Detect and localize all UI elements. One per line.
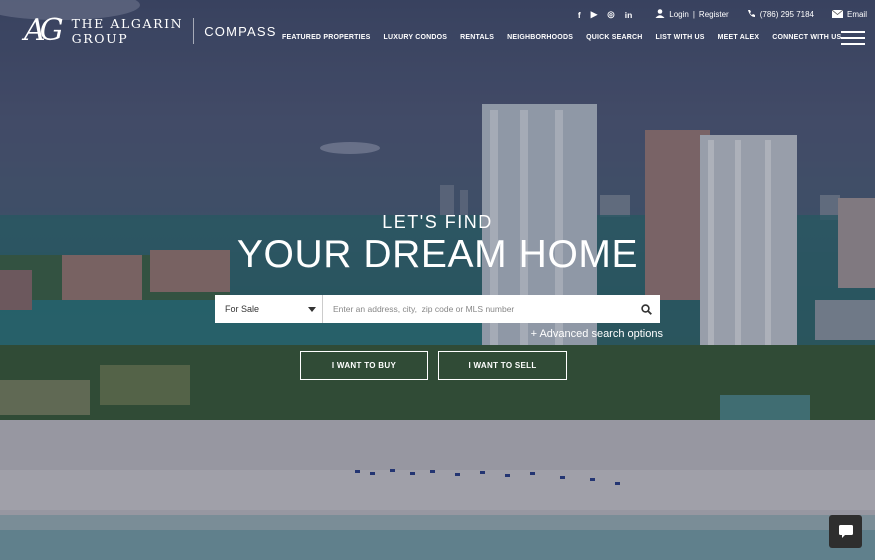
brand-logo[interactable]: AG THE ALGARIN GROUP COMPASS: [24, 13, 277, 48]
search-input[interactable]: [323, 295, 632, 323]
hero-background: [0, 0, 875, 560]
nav-quick-search[interactable]: QUICK SEARCH: [586, 34, 642, 41]
buy-button[interactable]: I WANT TO BUY: [300, 351, 428, 380]
logo-divider: [193, 18, 195, 44]
search-button[interactable]: [632, 295, 660, 323]
main-nav: FEATURED PROPERTIES LUXURY CONDOS RENTAL…: [282, 34, 854, 41]
brand-name-line2: GROUP: [71, 31, 129, 46]
advanced-search-link[interactable]: + Advanced search options: [531, 328, 663, 340]
nav-rentals[interactable]: RENTALS: [460, 34, 494, 41]
phone-link[interactable]: (786) 295 7184: [760, 10, 814, 19]
nav-connect-with-us[interactable]: CONNECT WITH US: [772, 34, 841, 41]
instagram-icon[interactable]: ◎: [607, 9, 614, 20]
chevron-down-icon: [308, 307, 316, 312]
mail-icon: [831, 9, 844, 20]
login-separator: |: [692, 10, 695, 19]
dark-overlay: [0, 0, 875, 560]
nav-featured-properties[interactable]: FEATURED PROPERTIES: [282, 34, 370, 41]
facebook-icon[interactable]: f: [578, 10, 581, 20]
chat-bubble-icon: [838, 525, 853, 538]
chat-button[interactable]: [829, 515, 862, 548]
youtube-icon[interactable]: ▶: [591, 9, 598, 20]
partner-logo: COMPASS: [204, 23, 277, 39]
hero-kicker: LET'S FIND: [382, 212, 493, 232]
nav-luxury-condos[interactable]: LUXURY CONDOS: [383, 34, 447, 41]
property-search-bar: For Sale: [215, 295, 660, 323]
nav-meet-alex[interactable]: MEET ALEX: [718, 34, 760, 41]
search-icon: [640, 303, 652, 315]
listing-type-value: For Sale: [225, 304, 260, 314]
utility-bar: f ▶ ◎ in Login | Register (786) 295 7184…: [573, 9, 867, 20]
linkedin-icon[interactable]: in: [625, 10, 633, 20]
phone-icon: [747, 9, 756, 20]
hero-headline: YOUR DREAM HOME: [236, 233, 639, 276]
nav-neighborhoods[interactable]: NEIGHBORHOODS: [507, 34, 573, 41]
sell-button[interactable]: I WANT TO SELL: [438, 351, 567, 380]
monogram: AG: [24, 13, 64, 48]
nav-list-with-us[interactable]: LIST WITH US: [656, 34, 705, 41]
email-link[interactable]: Email: [847, 10, 867, 19]
hamburger-icon[interactable]: [841, 31, 865, 49]
register-link[interactable]: Register: [699, 10, 729, 19]
brand-name-line1: THE ALGARIN: [71, 16, 184, 31]
user-icon: [655, 9, 665, 20]
brand-name: THE ALGARIN GROUP: [72, 16, 184, 46]
login-link[interactable]: Login: [669, 10, 689, 19]
listing-type-select[interactable]: For Sale: [215, 295, 323, 323]
